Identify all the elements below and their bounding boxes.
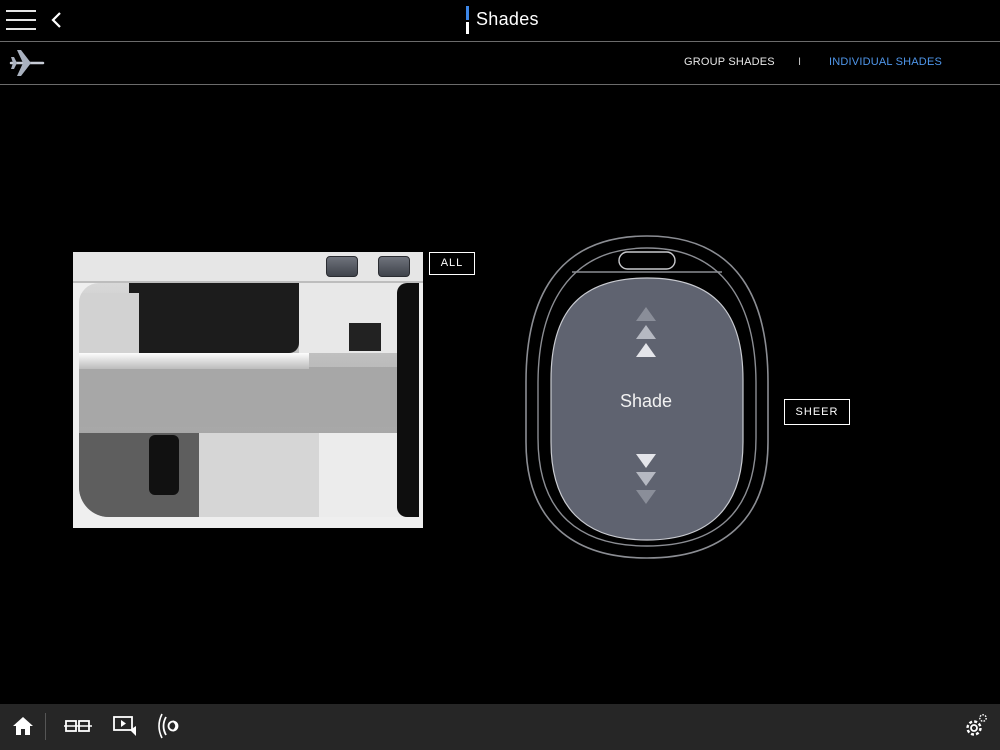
triple-arrow-up-icon[interactable] [629,305,663,361]
home-icon[interactable] [9,712,37,740]
top-bar: Shades [0,0,1000,42]
tab-group-shades[interactable]: GROUP SHADES [684,56,775,68]
audio-icon[interactable] [157,712,185,740]
title-accent-bar-white [466,22,469,34]
cabin-interior [79,283,419,517]
sub-header: GROUP SHADES I INDIVIDUAL SHADES [0,42,1000,85]
sheer-button[interactable]: SHEER [784,399,850,425]
tab-individual-shades[interactable]: INDIVIDUAL SHADES [829,56,942,68]
bottom-navigation-bar [0,704,1000,750]
seats-icon[interactable] [64,712,92,740]
tab-separator: I [798,56,802,68]
media-icon[interactable] [112,712,140,740]
shade-label: Shade [619,391,673,411]
triple-arrow-down-icon[interactable] [629,452,663,508]
airplane-icon [9,50,45,76]
title-accent-bar [466,6,469,20]
cabin-view-image[interactable] [73,252,423,528]
ceiling-light-button[interactable] [378,256,410,277]
bottom-bar-divider [45,713,46,740]
all-shades-button[interactable]: ALL [429,252,475,275]
cabin-ceiling [73,252,423,283]
ceiling-light-button[interactable] [326,256,358,277]
hamburger-menu-icon[interactable] [6,8,36,32]
chevron-left-icon[interactable] [48,9,66,31]
settings-icon[interactable] [962,712,990,740]
page-title: Shades [476,9,539,29]
